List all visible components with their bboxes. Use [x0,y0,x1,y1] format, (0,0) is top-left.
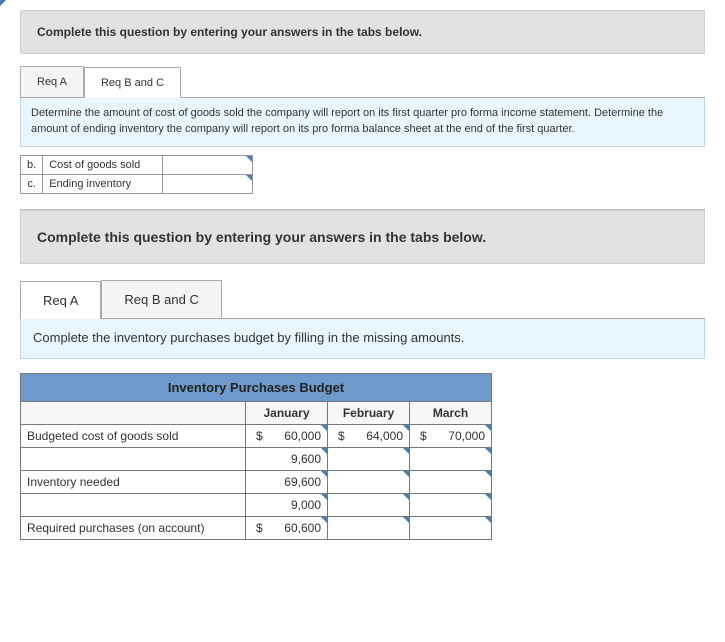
cell-jan[interactable]: 9,600 [246,447,328,470]
cell-mar[interactable] [410,470,492,493]
cell-mar[interactable] [410,447,492,470]
edit-indicator-icon [321,448,327,454]
edit-indicator-icon [485,471,491,477]
tab-req-a[interactable]: Req A [20,281,101,319]
edit-indicator-icon [485,494,491,500]
answers-mini-table: b. Cost of goods sold c. Ending inventor… [20,155,253,194]
cell-feb[interactable] [328,516,410,539]
row-label-input[interactable] [21,447,246,470]
cell-value: 69,600 [284,475,321,489]
row-required-purchases: Required purchases (on account) $60,600 [21,516,492,539]
edit-indicator-icon [485,448,491,454]
question-prompt: Complete the inventory purchases budget … [20,319,705,359]
cell-jan[interactable]: $60,000 [246,424,328,447]
row-label: Required purchases (on account) [21,516,246,539]
edit-indicator-icon [321,517,327,523]
edit-indicator-icon [321,471,327,477]
tab-req-a[interactable]: Req A [20,66,84,97]
cell-value: 70,000 [448,429,485,443]
inventory-purchases-budget-table: Inventory Purchases Budget January Febru… [20,373,492,540]
question-prompt: Determine the amount of cost of goods so… [20,98,705,147]
cell-value: 60,600 [284,521,321,535]
cell-feb[interactable] [328,447,410,470]
edit-indicator-icon [0,0,6,6]
edit-indicator-icon [403,448,409,454]
edit-indicator-icon [403,471,409,477]
edit-indicator-icon [485,517,491,523]
col-january: January [246,401,328,424]
ending-inventory-input[interactable] [163,174,253,193]
edit-indicator-icon [321,425,327,431]
row-blank-2: 9,000 [21,493,492,516]
col-february: February [328,401,410,424]
edit-indicator-icon [485,425,491,431]
edit-indicator-icon [403,517,409,523]
cell-value: 9,000 [291,498,321,512]
edit-indicator-icon [403,425,409,431]
col-march: March [410,401,492,424]
cell-feb[interactable] [328,470,410,493]
row-blank-1: 9,600 [21,447,492,470]
cell-value: 9,600 [291,452,321,466]
edit-indicator-icon [321,494,327,500]
row-budgeted-cogs: Budgeted cost of goods sold $60,000 $64,… [21,424,492,447]
cell-jan[interactable]: $60,600 [246,516,328,539]
cell-feb[interactable] [328,493,410,516]
tabs-row: Req A Req B and C [20,66,705,98]
row-label: Budgeted cost of goods sold [21,424,246,447]
cogs-input[interactable] [163,155,253,174]
row-ending-inventory: c. Ending inventory [21,174,253,193]
budget-title: Inventory Purchases Budget [21,373,492,401]
edit-indicator-icon [403,494,409,500]
cell-mar[interactable]: $70,000 [410,424,492,447]
tabs-row: Req A Req B and C [20,280,705,319]
cell-value: 64,000 [366,429,403,443]
cell-jan[interactable]: 9,000 [246,493,328,516]
edit-indicator-icon [246,175,252,181]
row-label: Cost of goods sold [43,155,163,174]
instruction-bar: Complete this question by entering your … [20,10,705,54]
instruction-bar: Complete this question by entering your … [20,210,705,264]
row-letter: c. [21,174,43,193]
cell-jan[interactable]: 69,600 [246,470,328,493]
edit-indicator-icon [246,156,252,162]
question-block-bottom: Complete this question by entering your … [20,209,705,540]
cell-feb[interactable]: $64,000 [328,424,410,447]
row-cogs: b. Cost of goods sold [21,155,253,174]
tab-req-b-and-c[interactable]: Req B and C [101,280,221,318]
row-inventory-needed: Inventory needed 69,600 [21,470,492,493]
row-label: Inventory needed [21,470,246,493]
row-label-input[interactable] [21,493,246,516]
tab-req-b-and-c[interactable]: Req B and C [84,67,181,98]
question-block-top: Complete this question by entering your … [20,10,705,194]
col-rowhead-blank [21,401,246,424]
row-letter: b. [21,155,43,174]
cell-mar[interactable] [410,516,492,539]
cell-mar[interactable] [410,493,492,516]
row-label: Ending inventory [43,174,163,193]
cell-value: 60,000 [284,429,321,443]
